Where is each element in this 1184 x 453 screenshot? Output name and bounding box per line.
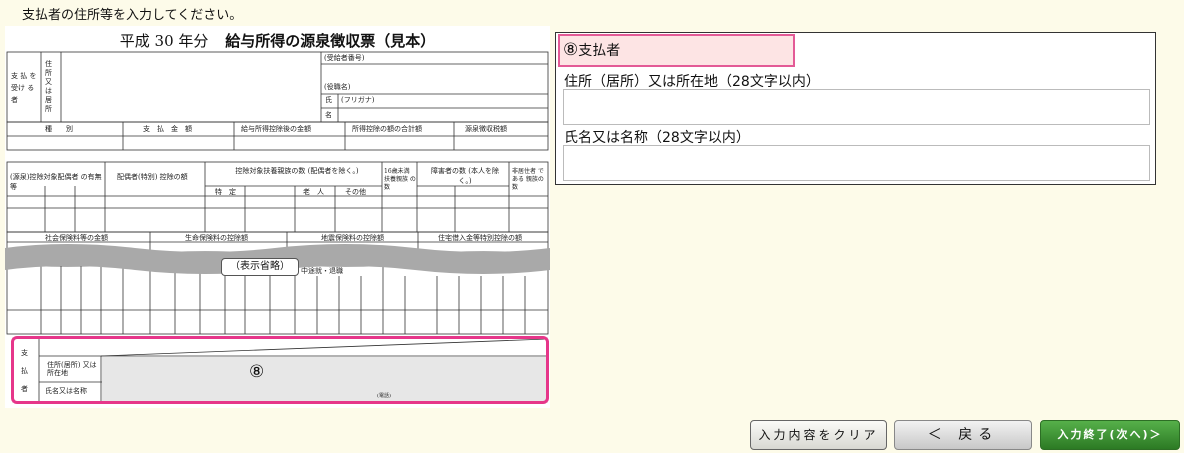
slip-label-hikyo: 非居住者 である 親族の数 xyxy=(512,168,544,191)
slip-label-recipient: 支 払 を受け る 者 xyxy=(11,72,37,104)
slip-label-kyuyo: 給与所得控除後の金額 xyxy=(241,125,311,133)
slip-label-sonota: その他 xyxy=(345,188,366,196)
slip-label-shogai: 障害者の数 (本人を除く。) xyxy=(431,167,499,185)
slip-label-nakatoshi: 中途就・退職 xyxy=(301,267,343,275)
name-label: 氏名又は名称（28文字以内） xyxy=(564,130,750,146)
slip-label-shotoku-kojo: 所得控除の額の合計額 xyxy=(352,125,422,133)
slip-label-shubetsu: 種 別 xyxy=(45,125,73,133)
slip-label-haiguusha: (源泉)控除対象配偶者 の有無等 xyxy=(10,173,102,191)
slip-label-seimei: 生命保険料の控除額 xyxy=(185,234,248,242)
slip-label-shiharai: 支 払 金 額 xyxy=(143,125,192,133)
slip-label-address: 住所又は居所 xyxy=(45,60,52,113)
slip-label-under16: 16歳未満 扶養親族 の数 xyxy=(384,168,416,191)
slip-title-year: 平成 30 年分 xyxy=(119,32,209,50)
slip-label-jukyu: (受給者番号) xyxy=(324,54,365,62)
slip-label-furigana: (フリガナ) xyxy=(341,96,375,104)
slip-label-shi: 氏 xyxy=(325,96,332,104)
address-label: 住所（居所）又は所在地（28文字以内） xyxy=(564,74,820,90)
marker-8: ⑧ xyxy=(249,362,265,382)
omit-label: （表示省略） xyxy=(221,258,299,276)
slip-label-yakushoku: (役職名) xyxy=(324,83,351,91)
instruction-text: 支払者の住所等を入力してください。 xyxy=(22,8,243,23)
payer-input-panel: ⑧支払者 住所（居所）又は所在地（28文字以内） 氏名又は名称（28文字以内） xyxy=(555,32,1156,185)
slip-label-hai-kojo: 配偶者(特別) 控除の額 xyxy=(117,173,188,181)
slip-label-fuyo: 控除対象扶養親族の数 (配偶者を除く。) xyxy=(235,167,359,175)
slip-label-gensen: 源泉徴収税額 xyxy=(465,125,507,133)
slip-title: 平成 30 年分 給与所得の源泉徴収票（見本） xyxy=(5,30,550,51)
slip-label-jishin: 地震保険料の控除額 xyxy=(321,234,384,242)
next-button[interactable]: 入力終了(次へ)＞ xyxy=(1040,420,1180,450)
slip-title-main: 給与所得の源泉徴収票（見本） xyxy=(225,32,436,50)
slip-label-tokutei: 特 定 xyxy=(215,188,236,196)
payer-header: ⑧支払者 xyxy=(558,34,795,67)
slip-label-jutaku: 住宅借入金等特別控除の額 xyxy=(438,234,522,242)
withholding-slip-sample: 平成 30 年分 給与所得の源泉徴収票（見本） 支 払 を受け る 者 住所又は… xyxy=(5,26,550,408)
clear-button[interactable]: 入力内容をクリア xyxy=(750,420,887,450)
payer-header-marker: ⑧ xyxy=(563,40,579,60)
back-button[interactable]: ＜ 戻る xyxy=(894,420,1032,450)
payer-address-input[interactable] xyxy=(563,89,1150,125)
slip-label-mei: 名 xyxy=(325,111,332,119)
payer-name-input[interactable] xyxy=(563,145,1150,181)
payer-highlight-box xyxy=(11,336,549,404)
slip-label-rojin: 老 人 xyxy=(303,188,324,196)
payer-header-label: 支払者 xyxy=(578,43,621,59)
slip-label-shakai: 社会保険料等の金額 xyxy=(45,234,108,242)
